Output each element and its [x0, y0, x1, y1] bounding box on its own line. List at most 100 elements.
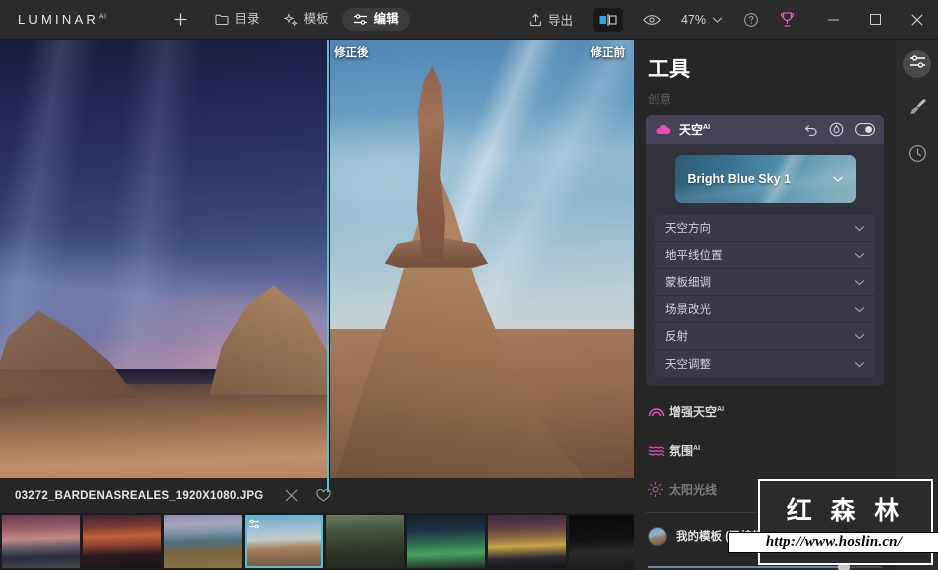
folder-icon: [214, 13, 229, 26]
before-label: 修正前: [590, 47, 626, 59]
plus-icon: [173, 12, 188, 27]
nav-item-templates-label: 模板: [303, 12, 329, 27]
zoom-level-value: 47%: [680, 12, 706, 27]
list-item[interactable]: [164, 515, 242, 568]
chevron-down-icon: [832, 170, 844, 188]
achievements-button[interactable]: [769, 6, 812, 33]
sparkle-icon: [283, 12, 298, 27]
chevron-down-icon: [854, 355, 865, 373]
chevron-down-icon: [854, 300, 865, 318]
top-bar: LUMINARAI 目录 模板 编辑 导出 47%: [0, 0, 938, 40]
chevron-down-icon: [712, 16, 723, 24]
zoom-level-dropdown[interactable]: 47%: [671, 8, 733, 32]
watermark-overlay: 红 森 林 http://www.hoslin.cn/: [728, 479, 938, 565]
list-item[interactable]: [245, 515, 323, 568]
sky-ai-tool-card: 天空AI Bright Blue Sky 1 天空方向 地平线位置 蒙板细调 场…: [646, 115, 884, 386]
image-filename: 03272_BARDENASREALES_1920X1080.JPG: [15, 489, 264, 502]
page-title: 工具: [648, 58, 690, 81]
list-item[interactable]: [488, 515, 566, 568]
export-button[interactable]: 导出: [519, 5, 583, 34]
topbar-right-group: 导出 47%: [519, 0, 938, 39]
chevron-down-icon: [854, 219, 865, 237]
watermark-title: 红 森 林: [786, 496, 905, 525]
image-info-bar: 03272_BARDENASREALES_1920X1080.JPG: [0, 478, 634, 513]
sky-ai-title: 天空AI: [679, 123, 711, 137]
chevron-down-icon: [854, 273, 865, 291]
sky-subsection-direction[interactable]: 天空方向: [655, 215, 875, 242]
app-logo: LUMINARAI: [18, 12, 107, 27]
sky-subsection-mask[interactable]: 蒙板细调: [655, 269, 875, 296]
sky-preset-selector[interactable]: Bright Blue Sky 1: [674, 155, 856, 203]
history-clock-icon: [908, 144, 927, 168]
mask-brush-icon[interactable]: [829, 122, 844, 137]
tool-item-atmosphere[interactable]: 氛围AI: [634, 437, 896, 464]
rail-item-history[interactable]: [903, 142, 931, 170]
watermark-url: http://www.hoslin.cn/: [728, 532, 938, 553]
luminar-window: LUMINARAI 目录 模板 编辑 导出 47% 修正前 修正後 03272_…: [0, 0, 938, 570]
close-icon[interactable]: [285, 489, 298, 502]
sky-subsection-label: 天空调整: [665, 358, 711, 371]
main-nav: 目录 模板 编辑: [159, 7, 410, 32]
sky-subsection-label: 地平线位置: [665, 250, 723, 262]
toggle-on-icon[interactable]: [855, 123, 875, 136]
sky-subsection-adjust[interactable]: 天空调整: [655, 350, 875, 377]
sky-subsection-label: 反射: [665, 331, 688, 343]
before-image: [0, 40, 327, 478]
nav-item-edit[interactable]: 编辑: [341, 8, 410, 31]
filmstrip[interactable]: [0, 513, 728, 570]
nav-item-catalog-label: 目录: [234, 12, 260, 27]
template-avatar: [648, 526, 667, 546]
eye-icon: [643, 14, 661, 26]
sky-enhancer-icon: [648, 406, 669, 417]
help-button[interactable]: [733, 7, 769, 33]
sliders-icon: [353, 13, 368, 26]
split-divider-handle[interactable]: [327, 40, 329, 492]
list-item[interactable]: [2, 515, 80, 568]
list-item[interactable]: [83, 515, 161, 568]
sky-subsections: 天空方向 地平线位置 蒙板细调 场景改光 反射 天空调整: [655, 215, 875, 377]
sky-subsection-reflection[interactable]: 反射: [655, 323, 875, 350]
brand-text: LUMINAR: [18, 12, 99, 27]
sky-subsection-label: 场景改光: [665, 304, 711, 316]
photo-canvas[interactable]: 修正前 修正後: [0, 40, 634, 478]
heart-icon[interactable]: [316, 489, 332, 502]
tool-item-sky-enhancer[interactable]: 增强天空AI: [634, 398, 896, 425]
edited-badge: [248, 517, 263, 535]
tool-item-label: 氛围AI: [669, 444, 701, 458]
window-maximize-button[interactable]: [854, 0, 896, 39]
cloud-icon: [655, 124, 671, 135]
sky-subsection-label: 蒙板细调: [665, 277, 711, 289]
split-compare-icon: [598, 13, 618, 27]
nav-item-templates[interactable]: 模板: [273, 8, 340, 32]
after-label: 修正後: [334, 47, 369, 59]
atmosphere-icon: [648, 445, 669, 457]
rail-item-adjustments[interactable]: [903, 50, 931, 78]
tool-item-label: 增强天空AI: [669, 405, 725, 419]
help-circle-icon: [743, 12, 759, 28]
preview-toggle-button[interactable]: [633, 9, 671, 31]
after-image: [330, 40, 634, 478]
window-close-button[interactable]: [896, 0, 938, 39]
slider-fill: [648, 566, 843, 568]
chevron-down-icon: [854, 327, 865, 345]
list-item[interactable]: [326, 515, 404, 568]
list-item[interactable]: [407, 515, 485, 568]
tools-section-label: 创意: [648, 94, 671, 106]
sky-preset-name: Bright Blue Sky 1: [687, 172, 792, 186]
sky-ai-header[interactable]: 天空AI: [646, 115, 884, 144]
sky-subsection-relight[interactable]: 场景改光: [655, 296, 875, 323]
sky-subsection-label: 天空方向: [665, 223, 711, 235]
sky-subsection-horizon[interactable]: 地平线位置: [655, 242, 875, 269]
undo-icon[interactable]: [804, 124, 818, 136]
sunrays-icon: [648, 482, 669, 497]
compare-view-button[interactable]: [592, 7, 623, 32]
add-button[interactable]: [159, 7, 202, 32]
rail-item-brush[interactable]: [903, 96, 931, 124]
chevron-down-icon: [854, 246, 865, 264]
export-label: 导出: [547, 14, 573, 28]
adjustments-icon: [909, 54, 926, 74]
nav-item-catalog[interactable]: 目录: [204, 8, 271, 31]
window-minimize-button[interactable]: [812, 0, 854, 39]
brush-icon: [908, 98, 927, 122]
nav-item-edit-label: 编辑: [373, 12, 399, 27]
